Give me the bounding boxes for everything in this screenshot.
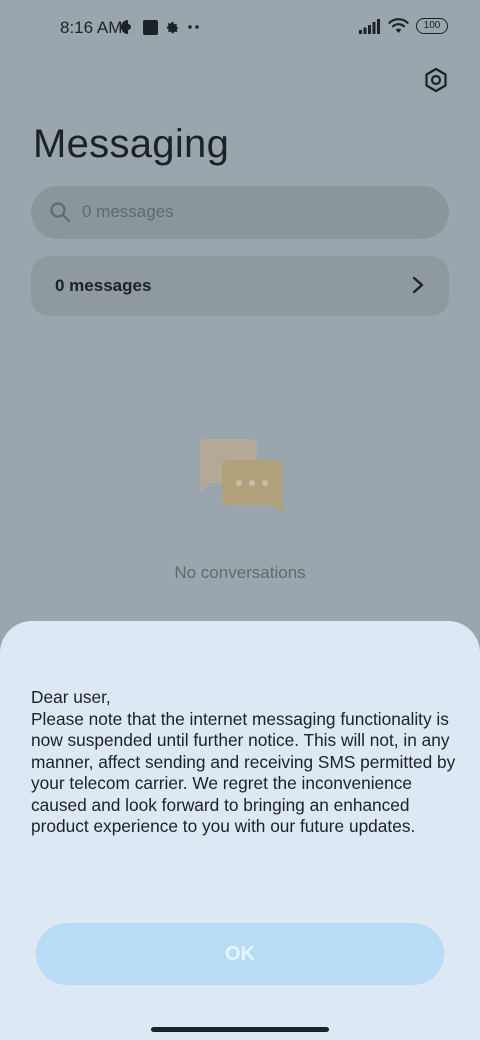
- app-notification-icon: [143, 19, 158, 35]
- status-left-icons: [120, 19, 201, 35]
- messages-row[interactable]: 0 messages: [31, 256, 449, 316]
- more-dots-icon: [188, 25, 199, 29]
- chat-bubbles-icon: [199, 439, 284, 513]
- empty-state-text: No conversations: [174, 563, 306, 582]
- battery-icon: 100: [416, 18, 448, 34]
- home-indicator[interactable]: [151, 1027, 329, 1032]
- vpn-key-icon: [121, 20, 135, 34]
- page-title: Messaging: [33, 122, 230, 166]
- settings-hexagon-icon: [425, 67, 447, 93]
- wifi-icon: [388, 18, 409, 33]
- ok-button[interactable]: OK: [36, 923, 444, 985]
- status-right-icons: 100: [359, 18, 448, 34]
- settings-gear-icon: [166, 21, 179, 33]
- status-time: 8:16 AM: [60, 18, 123, 37]
- search-icon: [50, 202, 71, 223]
- dialog-message: Dear user, Please note that the internet…: [31, 687, 456, 836]
- status-bar: 8:16 AM 100: [0, 0, 480, 56]
- messages-row-label: 0 messages: [55, 276, 152, 295]
- settings-button[interactable]: [420, 64, 452, 96]
- notice-dialog: Dear user, Please note that the internet…: [0, 621, 480, 1040]
- signal-icon: [359, 18, 380, 34]
- chevron-right-icon: [412, 276, 424, 294]
- search-bar[interactable]: 0 messages: [31, 186, 449, 239]
- search-input[interactable]: 0 messages: [82, 202, 174, 222]
